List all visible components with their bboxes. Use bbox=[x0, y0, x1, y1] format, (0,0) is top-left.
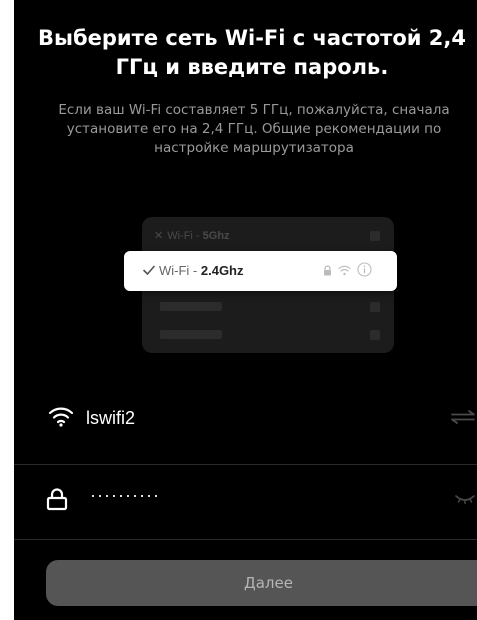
page-subtitle: Если ваш Wi-Fi составляет 5 ГГц, пожалуй… bbox=[58, 102, 450, 156]
placeholder-square bbox=[370, 302, 380, 312]
placeholder-square bbox=[370, 330, 380, 340]
wifi-small-icon bbox=[338, 265, 351, 276]
next-button[interactable]: Далее bbox=[46, 560, 477, 606]
lock-icon bbox=[46, 488, 68, 511]
illustration-5ghz-band: 5Ghz bbox=[202, 230, 230, 242]
password-row[interactable]: ·········· bbox=[14, 465, 477, 540]
illustration-5ghz-prefix: Wi-Fi - bbox=[167, 230, 203, 242]
check-icon bbox=[143, 265, 155, 275]
wifi-network-row[interactable]: lswifi2 bbox=[14, 390, 477, 465]
password-field[interactable]: ·········· bbox=[90, 483, 160, 507]
lock-small-icon bbox=[324, 265, 331, 276]
illustration-row-24ghz: Wi-Fi - 2.4Ghz bbox=[124, 251, 397, 291]
wifi-setup-screen: Выберите сеть Wi-Fi с частотой 2,4 ГГц и… bbox=[14, 0, 477, 620]
eye-closed-icon[interactable] bbox=[454, 493, 476, 505]
placeholder-square bbox=[370, 231, 380, 241]
illustration-row-5ghz: ✕ Wi-Fi - 5Ghz bbox=[154, 227, 354, 245]
placeholder-bar bbox=[160, 302, 222, 311]
swap-icon[interactable] bbox=[450, 410, 476, 424]
illustration-24ghz-label: Wi-Fi - 2.4Ghz bbox=[159, 262, 244, 280]
info-icon bbox=[357, 262, 372, 277]
illustration-24ghz-band: 2.4Ghz bbox=[200, 263, 244, 278]
illustration-24ghz-prefix: Wi-Fi - bbox=[159, 263, 201, 278]
wifi-ssid[interactable]: lswifi2 bbox=[86, 406, 135, 430]
wifi-icon bbox=[48, 407, 74, 427]
page-title: Выберите сеть Wi-Fi с частотой 2,4 ГГц и… bbox=[38, 26, 466, 79]
placeholder-bar bbox=[160, 330, 222, 339]
close-icon: ✕ bbox=[154, 230, 164, 242]
